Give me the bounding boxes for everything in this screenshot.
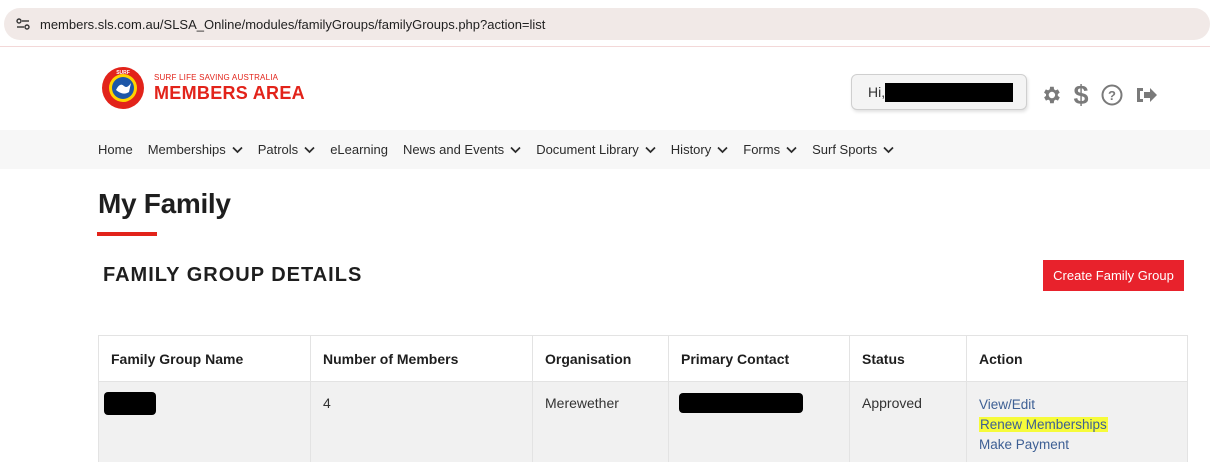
- url-divider: [0, 46, 1210, 47]
- family-group-table: Family Group Name Number of Members Orga…: [98, 335, 1188, 462]
- greeting-text: Hi,: [868, 84, 886, 100]
- column-header: Family Group Name: [98, 335, 311, 382]
- title-underline: [97, 232, 157, 236]
- nav-item-history[interactable]: History: [671, 142, 728, 157]
- help-icon[interactable]: ?: [1100, 83, 1124, 107]
- nav-item-label: Forms: [743, 142, 781, 157]
- view-edit-link[interactable]: View/Edit: [979, 395, 1187, 415]
- header-icons: $ ?: [1040, 81, 1168, 109]
- make-payment-link[interactable]: Make Payment: [979, 435, 1187, 455]
- family-group-name-cell: [98, 381, 311, 462]
- chevron-down-icon: [786, 146, 797, 154]
- nav-item-document-library[interactable]: Document Library: [536, 142, 656, 157]
- nav-item-news-and-events[interactable]: News and Events: [403, 142, 521, 157]
- svg-text:?: ?: [1108, 88, 1116, 103]
- dollar-icon[interactable]: $: [1072, 81, 1090, 109]
- nav-item-label: Document Library: [536, 142, 639, 157]
- chevron-down-icon: [883, 146, 894, 154]
- site-logo[interactable]: SURF SURF LIFE SAVING AUSTRALIA MEMBERS …: [101, 66, 305, 110]
- column-header: Status: [849, 335, 967, 382]
- address-field[interactable]: members.sls.com.au/SLSA_Online/modules/f…: [4, 8, 1210, 40]
- nav-item-label: eLearning: [330, 142, 389, 157]
- tune-icon[interactable]: [14, 15, 32, 33]
- svg-text:SURF: SURF: [116, 70, 130, 76]
- members-count-cell: 4: [310, 381, 533, 462]
- nav-item-label: Surf Sports: [812, 142, 878, 157]
- table-header-row: Family Group Name Number of Members Orga…: [98, 335, 1188, 382]
- nav-item-surf-sports[interactable]: Surf Sports: [812, 142, 894, 157]
- nav-item-home[interactable]: Home: [98, 142, 133, 157]
- redacted-family-name: [104, 392, 156, 415]
- nav-item-label: History: [670, 142, 712, 157]
- nav-item-elearning[interactable]: eLearning: [330, 142, 388, 157]
- column-header: Number of Members: [310, 335, 533, 382]
- renew-memberships-label: Renew Memberships: [979, 417, 1108, 432]
- table-row: 4 Merewether Approved View/Edit Renew Me…: [98, 381, 1188, 462]
- nav-item-memberships[interactable]: Memberships: [148, 142, 243, 157]
- redacted-username: [885, 82, 1014, 102]
- create-family-group-button[interactable]: Create Family Group: [1043, 260, 1184, 291]
- status-cell: Approved: [849, 381, 967, 462]
- chevron-down-icon: [510, 146, 521, 154]
- section-title: FAMILY GROUP DETAILS: [103, 264, 363, 286]
- svg-text:$: $: [1073, 81, 1088, 109]
- surf-life-saving-badge-icon: SURF: [102, 67, 144, 109]
- chevron-down-icon: [645, 146, 656, 154]
- url-text: members.sls.com.au/SLSA_Online/modules/f…: [40, 16, 546, 32]
- nav-item-forms[interactable]: Forms: [743, 142, 797, 157]
- nav-item-label: Memberships: [147, 142, 226, 157]
- logo-subtitle: SURF LIFE SAVING AUSTRALIA: [154, 73, 279, 82]
- nav-item-label: News and Events: [403, 142, 505, 157]
- logo-title: MEMBERS AREA: [154, 83, 305, 103]
- browser-url-bar: members.sls.com.au/SLSA_Online/modules/f…: [0, 0, 1210, 46]
- renew-memberships-link[interactable]: Renew Memberships: [979, 415, 1187, 435]
- primary-contact-cell: [668, 381, 850, 462]
- nav-item-label: Patrols: [257, 142, 299, 157]
- redacted-primary-contact: [679, 393, 803, 413]
- nav-item-label: Home: [98, 142, 133, 157]
- page-title: My Family: [98, 188, 231, 219]
- logout-icon[interactable]: [1134, 84, 1158, 106]
- nav-item-patrols[interactable]: Patrols: [258, 142, 315, 157]
- user-greeting[interactable]: Hi,: [851, 74, 1027, 110]
- organisation-cell: Merewether: [532, 381, 669, 462]
- chevron-down-icon: [232, 146, 243, 154]
- action-cell: View/Edit Renew Memberships Make Payment: [966, 381, 1188, 462]
- chevron-down-icon: [304, 146, 315, 154]
- main-navigation: Home Memberships Patrols eLearning News and …: [0, 130, 1210, 169]
- gear-icon[interactable]: [1040, 84, 1062, 106]
- column-header: Organisation: [532, 335, 669, 382]
- chevron-down-icon: [717, 146, 728, 154]
- column-header: Action: [966, 335, 1188, 382]
- column-header: Primary Contact: [668, 335, 850, 382]
